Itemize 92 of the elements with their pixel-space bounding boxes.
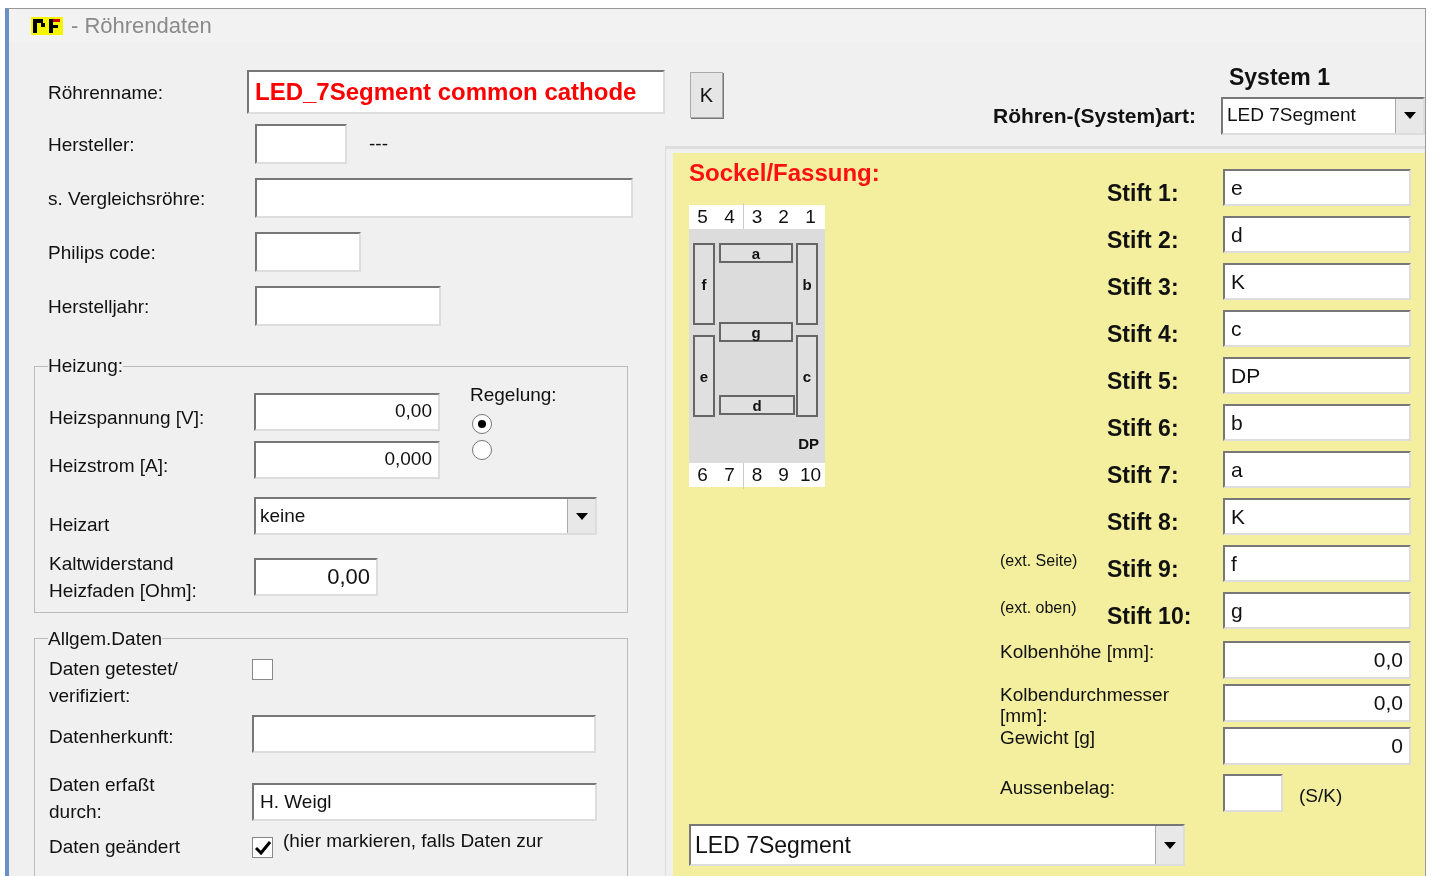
pin-label: Stift 6: bbox=[1107, 413, 1180, 443]
text-field[interactable]: b bbox=[1223, 404, 1411, 441]
pin-number: 4 bbox=[723, 204, 736, 229]
field-label: Kolbendurchmesser [mm]: bbox=[1000, 684, 1170, 726]
dropdown[interactable]: LED 7Segment bbox=[689, 824, 1185, 866]
field-label: Datenherkunft: bbox=[49, 725, 175, 749]
text-field[interactable]: H. Weigl bbox=[252, 783, 597, 821]
text-field[interactable]: g bbox=[1223, 592, 1411, 629]
field-label: Kolbenhöhe [mm]: bbox=[1000, 641, 1156, 662]
segment: a bbox=[719, 243, 793, 263]
text-field[interactable] bbox=[255, 178, 633, 218]
dp-label: DP bbox=[798, 434, 819, 454]
group-title: Heizung: bbox=[48, 354, 123, 378]
pin-label: Stift 3: bbox=[1107, 272, 1180, 302]
radio-button[interactable] bbox=[472, 439, 492, 460]
pin-number: 9 bbox=[777, 462, 790, 487]
pin-label: Stift 8: bbox=[1107, 507, 1180, 537]
text-field[interactable] bbox=[255, 232, 361, 272]
pin-label: Stift 9: bbox=[1107, 554, 1180, 584]
field-label: Heizspannung [V]: bbox=[49, 405, 206, 430]
field-label: Hersteller: bbox=[48, 132, 136, 157]
text-field[interactable]: 0,00 bbox=[254, 557, 378, 596]
text-field[interactable]: e bbox=[1223, 169, 1411, 206]
system-heading: System 1 bbox=[1229, 63, 1330, 92]
pin-label: Stift 7: bbox=[1107, 460, 1180, 490]
text-field[interactable]: f bbox=[1223, 545, 1411, 582]
segment: c bbox=[796, 335, 818, 417]
k-button[interactable]: K bbox=[690, 72, 723, 118]
caret-icon bbox=[1163, 841, 1176, 849]
pin-number: 1 bbox=[804, 204, 817, 229]
field-label: Gewicht [g] bbox=[1000, 727, 1097, 748]
text-field[interactable]: d bbox=[1223, 216, 1411, 253]
pin-number: 8 bbox=[743, 460, 770, 490]
pin-note: (ext. oben) bbox=[1000, 598, 1077, 616]
segment: e bbox=[693, 335, 715, 417]
field-label: Aussenbelag: bbox=[1000, 776, 1117, 800]
field-label: s. Vergleichsröhre: bbox=[48, 186, 207, 211]
text-field[interactable] bbox=[255, 286, 441, 326]
field-label: Röhren-(System)art: bbox=[992, 102, 1196, 129]
dropdown[interactable]: LED 7Segment bbox=[1221, 96, 1425, 135]
pin-label: Stift 10: bbox=[1107, 601, 1193, 631]
unit-hint: (S/K) bbox=[1299, 784, 1343, 808]
field-label: Philips code: bbox=[48, 240, 157, 265]
text-field[interactable]: DP bbox=[1223, 357, 1411, 394]
radio-button[interactable] bbox=[472, 413, 492, 434]
group-title: Allgem.Daten bbox=[48, 626, 163, 651]
text-field[interactable]: 0,00 bbox=[254, 392, 440, 431]
caret-icon bbox=[575, 512, 588, 520]
field-label: Daten geändert bbox=[49, 835, 181, 859]
text-field[interactable] bbox=[1223, 774, 1283, 812]
text-field[interactable]: 0,0 bbox=[1223, 641, 1411, 679]
pin-number: 2 bbox=[777, 204, 790, 229]
text-field[interactable]: K bbox=[1223, 498, 1411, 535]
hint-text: (hier markieren, falls Daten zur bbox=[283, 829, 543, 853]
field-label: Daten erfaßt durch: bbox=[49, 773, 156, 824]
pin-label: Stift 2: bbox=[1107, 225, 1180, 255]
segment: f bbox=[693, 243, 715, 325]
field-label: Herstelljahr: bbox=[48, 294, 151, 319]
pin-label: Stift 1: bbox=[1107, 178, 1180, 208]
pin-note: (ext. Seite) bbox=[1000, 551, 1078, 569]
field-label: Regelung: bbox=[470, 382, 557, 407]
text-field[interactable]: 0 bbox=[1223, 727, 1411, 765]
dropdown[interactable]: keine bbox=[254, 497, 597, 535]
segment: d bbox=[719, 395, 795, 415]
field-note: --- bbox=[369, 131, 388, 156]
checkbox[interactable] bbox=[252, 659, 273, 680]
field-label: Heizstrom [A]: bbox=[49, 453, 170, 478]
segment: g bbox=[719, 322, 793, 342]
field-label: Röhrenname: bbox=[48, 80, 165, 105]
panel-title: Sockel/Fassung: bbox=[689, 158, 881, 188]
app-icon bbox=[31, 14, 63, 37]
checkbox[interactable] bbox=[252, 837, 273, 858]
pin-number: 6 bbox=[696, 462, 709, 487]
name-field[interactable]: LED_7Segment common cathode bbox=[247, 70, 665, 114]
window-title: - Röhrendaten bbox=[71, 12, 212, 40]
text-field[interactable]: K bbox=[1223, 263, 1411, 300]
pin-number: 5 bbox=[696, 204, 709, 229]
segment: b bbox=[796, 243, 818, 325]
text-field[interactable]: 0,0 bbox=[1223, 684, 1411, 722]
pin-label: Stift 4: bbox=[1107, 319, 1180, 349]
field-label: Heizart bbox=[49, 512, 111, 537]
pin-label: Stift 5: bbox=[1107, 366, 1180, 396]
text-field[interactable] bbox=[252, 715, 596, 753]
text-field[interactable]: c bbox=[1223, 310, 1411, 347]
caret-icon bbox=[1403, 112, 1416, 119]
field-label: Daten getestet/ verifiziert: bbox=[49, 657, 179, 708]
text-field[interactable] bbox=[255, 124, 347, 164]
field-label: Kaltwiderstand Heizfaden [Ohm]: bbox=[49, 551, 198, 603]
pin-number: 7 bbox=[723, 462, 736, 487]
text-field[interactable]: 0,000 bbox=[254, 440, 440, 479]
text-field[interactable]: a bbox=[1223, 451, 1411, 488]
pin-number: 10 bbox=[798, 462, 823, 487]
